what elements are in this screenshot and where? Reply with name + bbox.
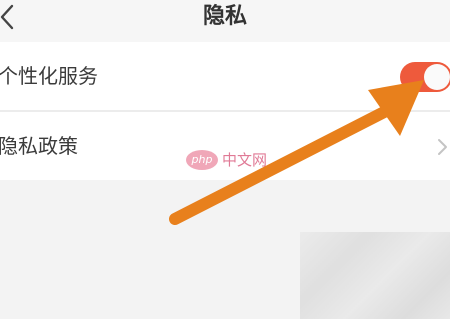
arrow-shaft	[169, 102, 398, 225]
arrow-head	[368, 80, 424, 136]
annotation-arrow	[169, 80, 424, 225]
